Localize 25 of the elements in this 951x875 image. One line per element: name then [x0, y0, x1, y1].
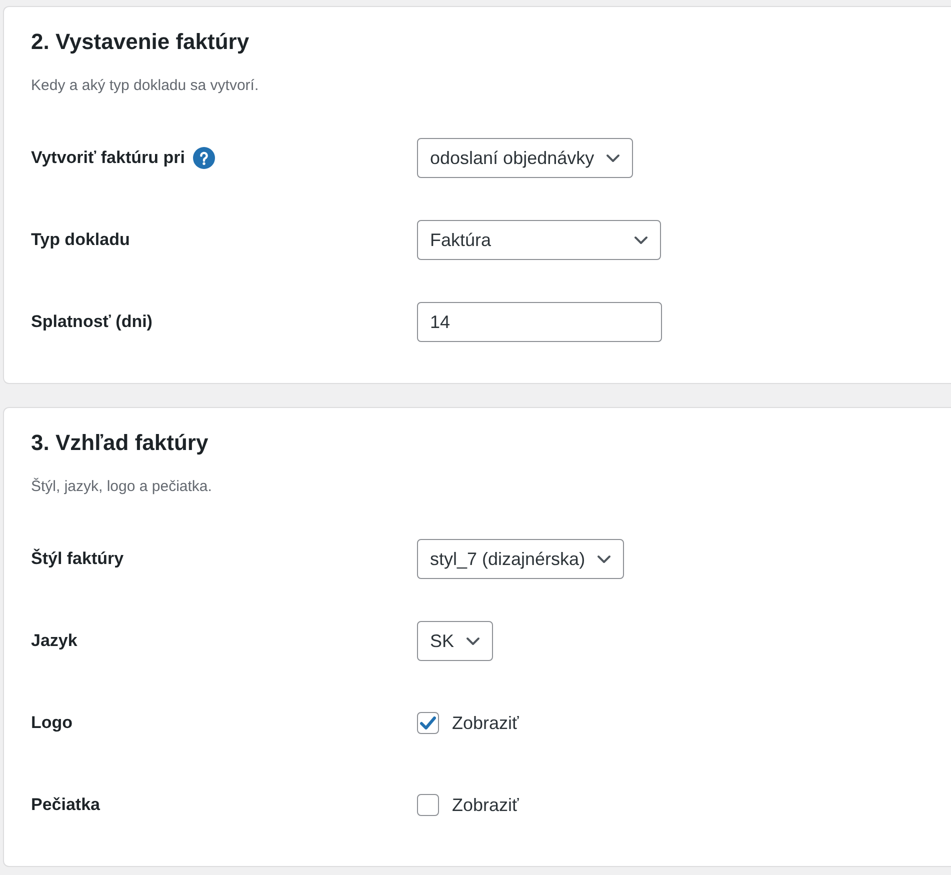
checkmark-icon	[420, 716, 436, 730]
checkbox-label: Zobraziť	[452, 712, 519, 734]
field-label: Pečiatka	[31, 794, 100, 816]
section-description: Štýl, jazyk, logo a pečiatka.	[31, 477, 213, 497]
dropdown[interactable]: SK	[417, 621, 494, 661]
section-heading: 2. Vystavenie faktúry	[31, 28, 250, 56]
chevron-down-icon	[597, 554, 612, 564]
dropdown[interactable]: odoslaní objednávky	[417, 138, 634, 178]
field-label: Jazyk	[31, 630, 78, 652]
chevron-down-icon	[606, 154, 620, 162]
chevron-down-icon	[634, 236, 648, 244]
field-label: Logo	[31, 712, 73, 734]
section-description: Kedy a aký typ dokladu sa vytvorí.	[31, 76, 260, 96]
section-heading: 3. Vzhľad faktúry	[31, 429, 210, 457]
checkbox[interactable]	[417, 794, 439, 816]
field-label: Štýl faktúry	[31, 548, 124, 570]
dropdown[interactable]: Faktúra	[417, 220, 661, 260]
checkbox-label: Zobraziť	[452, 794, 519, 816]
chevron-down-icon	[466, 636, 480, 646]
field-label: Vytvoriť faktúru pri	[31, 147, 185, 170]
field-label: Typ dokladu	[31, 229, 130, 252]
field-label: Splatnosť (dni)	[31, 311, 152, 334]
input-field[interactable]: 14	[417, 302, 662, 342]
dropdown[interactable]: styl_7 (dizajnérska)	[417, 539, 624, 579]
checkbox[interactable]	[417, 712, 439, 734]
